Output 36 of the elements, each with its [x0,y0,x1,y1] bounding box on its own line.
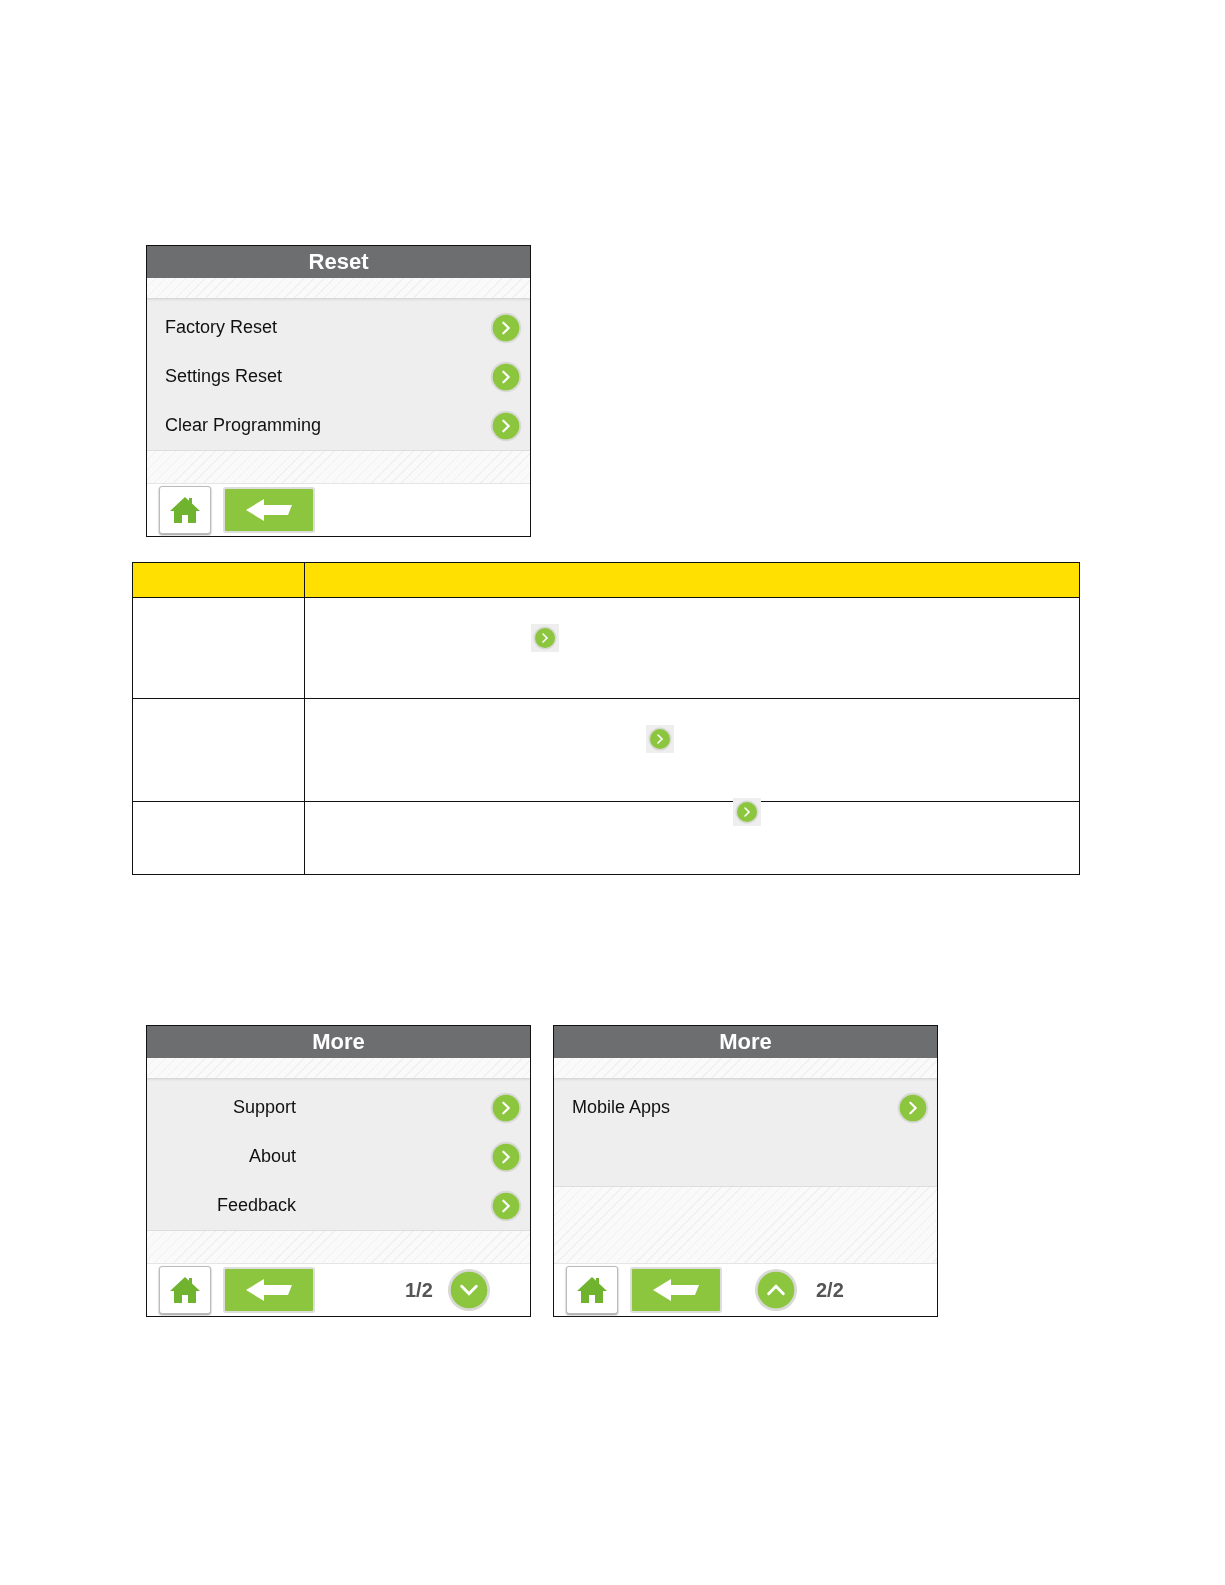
chevron-right-icon[interactable] [648,727,672,751]
arrow-left-icon [244,1277,294,1303]
menu-item-label[interactable]: About [165,1146,296,1167]
home-icon [168,1275,202,1305]
chevron-right-icon[interactable] [490,1091,522,1124]
chevron-right-icon[interactable] [490,1140,522,1173]
chevron-right-icon[interactable] [490,409,522,442]
menu-item-label[interactable]: Mobile Apps [572,1097,897,1118]
home-button[interactable] [159,486,211,534]
chevron-right-icon[interactable] [490,311,522,344]
page-indicator: 1/2 [405,1278,433,1302]
back-button[interactable] [223,1267,315,1313]
screen-title: Reset [147,246,530,278]
menu-item-label[interactable]: Clear Programming [165,415,490,436]
chevron-right-icon[interactable] [533,626,557,650]
screen-title: More [554,1026,937,1058]
chevron-right-icon[interactable] [735,800,759,824]
menu-item-label[interactable]: Settings Reset [165,366,490,387]
chevron-right-icon[interactable] [490,360,522,393]
page-indicator: 2/2 [816,1278,844,1302]
home-icon [575,1275,609,1305]
chevron-right-icon[interactable] [897,1091,929,1124]
page-down-button[interactable] [446,1268,491,1312]
arrow-left-icon [651,1277,701,1303]
menu-item-label[interactable]: Factory Reset [165,317,490,338]
back-button[interactable] [223,487,315,533]
back-button[interactable] [630,1267,722,1313]
chevron-right-icon[interactable] [490,1189,522,1222]
home-button[interactable] [566,1266,618,1314]
arrow-left-icon [244,497,294,523]
menu-item-label[interactable]: Support [165,1097,296,1118]
screen-title: More [147,1026,530,1058]
menu-item-label[interactable]: Feedback [165,1195,296,1216]
home-button[interactable] [159,1266,211,1314]
home-icon [168,495,202,525]
page-up-button[interactable] [754,1268,798,1312]
